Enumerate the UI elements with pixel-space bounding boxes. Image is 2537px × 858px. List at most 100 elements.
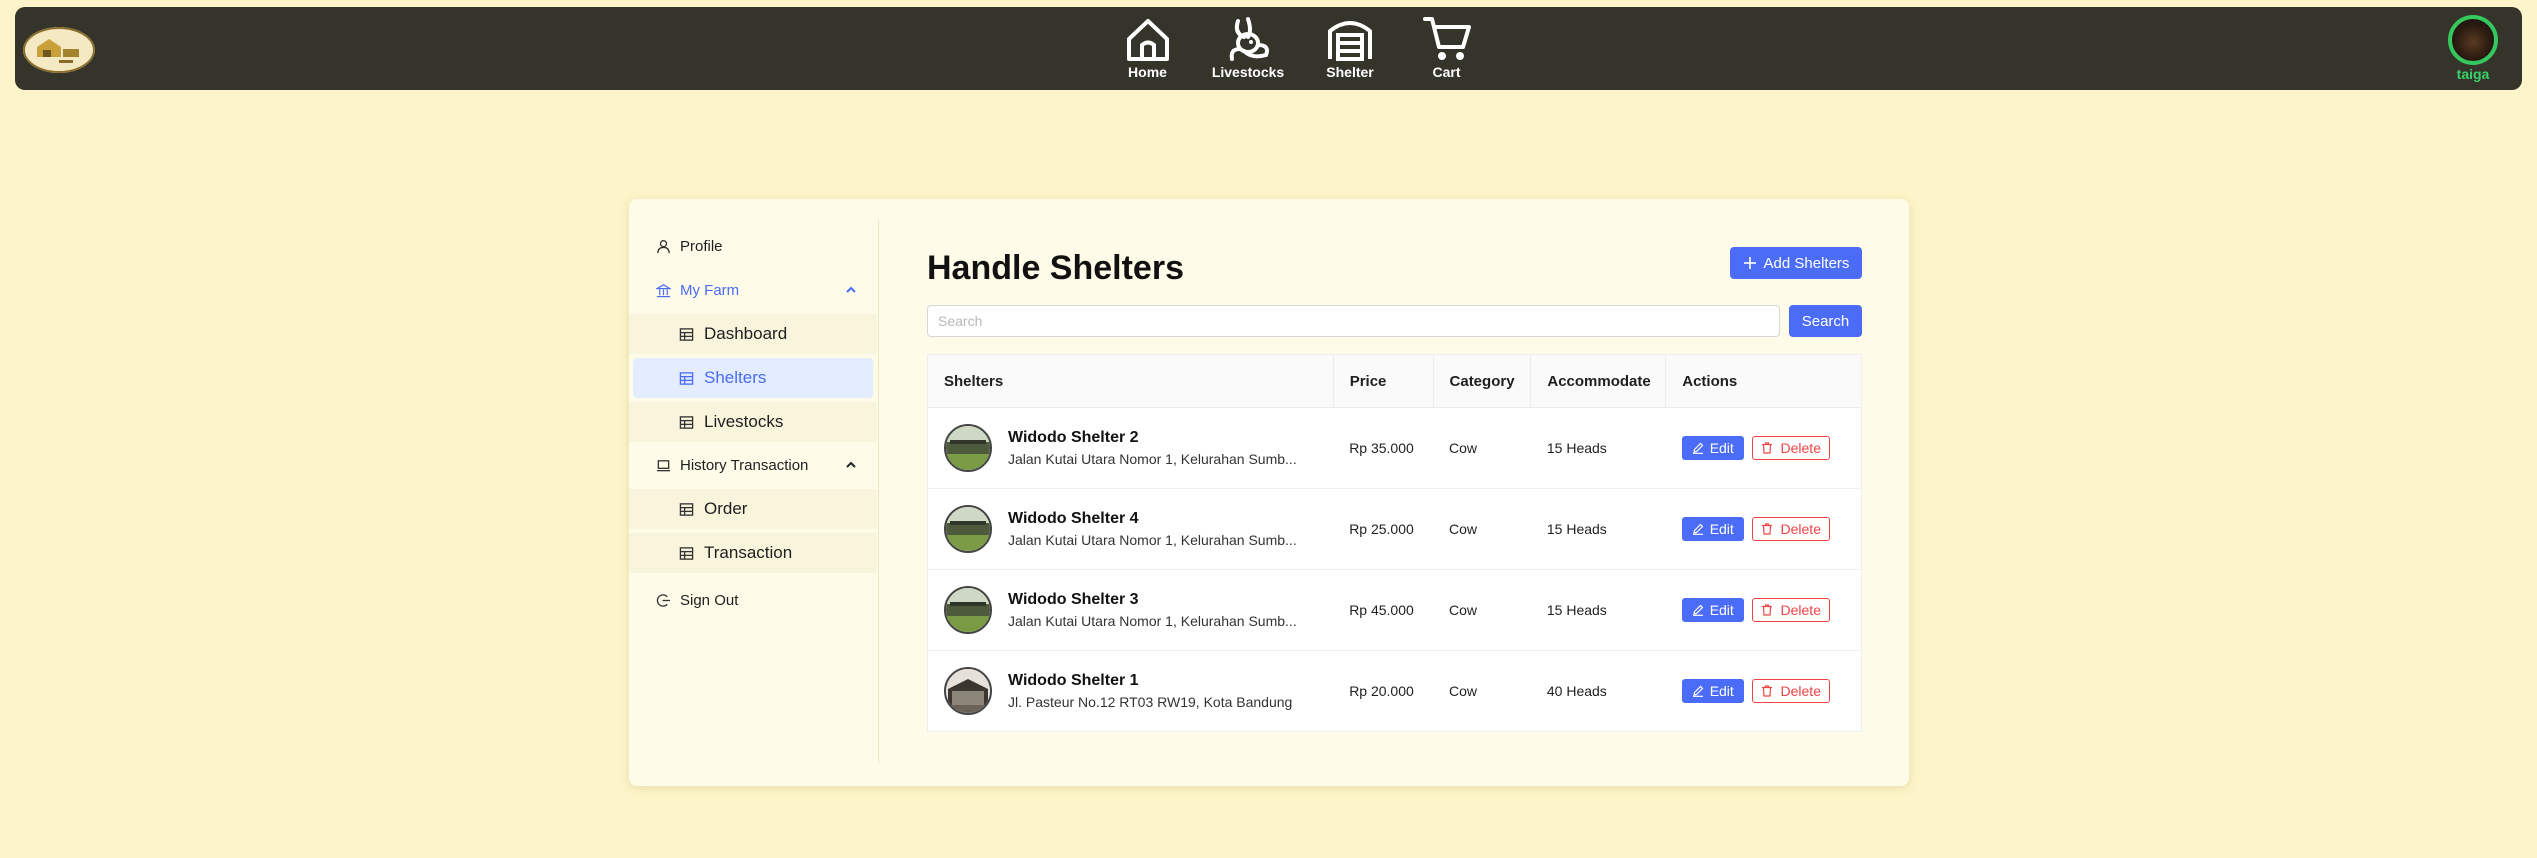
pencil-icon: [1692, 685, 1704, 697]
sidebar-item-shelters[interactable]: Shelters: [633, 358, 873, 398]
shelter-thumbnail: [944, 424, 992, 472]
page-title: Handle Shelters: [927, 249, 1184, 287]
sidebar-item-label: Sign Out: [680, 591, 739, 609]
sidebar-item-label: Order: [704, 499, 748, 518]
nav-cart-label: Cart: [1432, 64, 1461, 80]
logout-icon: [656, 593, 671, 607]
content-card: Profile My Farm Dashboard Shelters Lives…: [629, 199, 1909, 786]
shelter-accommodate: 15 Heads: [1530, 569, 1666, 651]
pencil-icon: [1692, 604, 1704, 616]
delete-label: Delete: [1780, 521, 1821, 537]
nav-home[interactable]: Home: [1100, 15, 1195, 80]
edit-label: Edit: [1709, 521, 1734, 537]
shelter-price: Rp 35.000: [1333, 407, 1434, 489]
column-header-category[interactable]: Category: [1433, 354, 1532, 408]
sidebar-item-sign-out[interactable]: Sign Out: [629, 580, 877, 620]
shelter-address: Jalan Kutai Utara Nomor 1, Kelurahan Sum…: [1008, 532, 1297, 548]
sidebar-item-label: Dashboard: [704, 324, 788, 343]
shelter-name: Widodo Shelter 4: [1008, 510, 1139, 527]
column-header-shelters[interactable]: Shelters: [927, 354, 1334, 408]
shelter-category: Cow: [1433, 650, 1531, 732]
plus-icon: [1743, 257, 1756, 269]
user-menu[interactable]: taiga: [2448, 15, 2498, 82]
sidebar-item-dashboard[interactable]: Dashboard: [629, 314, 877, 354]
sidebar-group-history[interactable]: History Transaction: [629, 445, 877, 485]
sidebar-item-label: Shelters: [704, 368, 767, 387]
shelter-price: Rp 45.000: [1333, 569, 1434, 651]
edit-button[interactable]: Edit: [1681, 598, 1744, 622]
home-icon: [1126, 19, 1169, 61]
sidebar-item-profile[interactable]: Profile: [629, 226, 877, 266]
shelter-thumbnail: [944, 505, 992, 553]
table-icon: [679, 327, 694, 341]
laptop-icon: [656, 459, 671, 471]
column-header-actions: Actions: [1665, 354, 1862, 408]
shelter-price: Rp 25.000: [1333, 488, 1434, 570]
edit-button[interactable]: Edit: [1681, 679, 1744, 703]
shelter-thumbnail: [944, 586, 992, 634]
sidebar-item-order[interactable]: Order: [629, 489, 877, 529]
pencil-icon: [1692, 523, 1704, 535]
avatar[interactable]: [2448, 15, 2498, 65]
shelter-accommodate: 40 Heads: [1530, 650, 1666, 732]
edit-label: Edit: [1709, 602, 1734, 618]
nav-livestocks[interactable]: Livestocks: [1195, 15, 1301, 80]
trash-icon: [1761, 442, 1772, 454]
delete-button[interactable]: Delete: [1751, 598, 1830, 622]
sidebar-item-livestocks[interactable]: Livestocks: [629, 402, 877, 442]
edit-button[interactable]: Edit: [1681, 517, 1744, 541]
shelter-category: Cow: [1433, 569, 1531, 651]
table-row: Widodo Shelter 3 Jalan Kutai Utara Nomor …: [927, 569, 1862, 651]
main-nav: Home Livestocks Shelter Cart: [1100, 15, 1494, 80]
shelter-name: Widodo Shelter 3: [1008, 591, 1139, 608]
shelter-accommodate: 15 Heads: [1530, 407, 1666, 489]
shelter-accommodate: 15 Heads: [1530, 488, 1666, 570]
search-input[interactable]: [927, 305, 1780, 337]
farm-logo[interactable]: [23, 27, 95, 73]
sidebar-item-label: Livestocks: [704, 412, 784, 431]
table-row: Widodo Shelter 4 Jalan Kutai Utara Nomor …: [927, 488, 1862, 570]
pencil-icon: [1692, 442, 1704, 454]
sidebar-item-label: Profile: [680, 237, 723, 255]
shelter-category: Cow: [1433, 488, 1531, 570]
add-shelters-label: Add Shelters: [1763, 254, 1850, 272]
rabbit-icon: [1229, 17, 1269, 61]
column-header-accommodate[interactable]: Accommodate: [1530, 354, 1667, 408]
shelter-address: Jalan Kutai Utara Nomor 1, Kelurahan Sum…: [1008, 613, 1297, 629]
table-icon: [679, 502, 694, 516]
shelter-thumbnail: [944, 667, 992, 715]
shelter-price: Rp 20.000: [1333, 650, 1434, 732]
delete-label: Delete: [1780, 602, 1821, 618]
delete-button[interactable]: Delete: [1751, 517, 1830, 541]
shelter-name: Widodo Shelter 1: [1008, 672, 1139, 689]
shelter-category: Cow: [1433, 407, 1531, 489]
delete-button[interactable]: Delete: [1751, 679, 1830, 703]
trash-icon: [1761, 685, 1772, 697]
delete-label: Delete: [1780, 683, 1821, 699]
trash-icon: [1761, 604, 1772, 616]
table-row: Widodo Shelter 1 Jl. Pasteur No.12 RT03 R…: [927, 650, 1862, 732]
chevron-up-icon: [846, 286, 856, 293]
nav-shelter-label: Shelter: [1326, 64, 1374, 80]
user-icon: [657, 239, 670, 253]
cart-icon: [1422, 17, 1471, 60]
sidebar-item-transaction[interactable]: Transaction: [629, 533, 877, 573]
table-icon: [679, 546, 694, 560]
edit-button[interactable]: Edit: [1681, 436, 1744, 460]
sidebar-item-label: Transaction: [704, 543, 793, 562]
search-button[interactable]: Search: [1789, 305, 1862, 337]
sidebar-item-label: History Transaction: [680, 456, 809, 474]
nav-home-label: Home: [1128, 64, 1167, 80]
add-shelters-button[interactable]: Add Shelters: [1730, 247, 1862, 279]
nav-shelter[interactable]: Shelter: [1301, 15, 1399, 80]
table-row: Widodo Shelter 2 Jalan Kutai Utara Nomor …: [927, 407, 1862, 489]
shelters-table: Shelters Price Category Accommodate Acti…: [927, 354, 1862, 732]
edit-label: Edit: [1709, 683, 1734, 699]
shelter-address: Jalan Kutai Utara Nomor 1, Kelurahan Sum…: [1008, 451, 1297, 467]
bank-icon: [656, 283, 671, 297]
column-header-price[interactable]: Price: [1333, 354, 1434, 408]
nav-cart[interactable]: Cart: [1399, 15, 1494, 80]
sidebar-group-my-farm[interactable]: My Farm: [629, 270, 877, 310]
delete-button[interactable]: Delete: [1751, 436, 1830, 460]
delete-label: Delete: [1780, 440, 1821, 456]
